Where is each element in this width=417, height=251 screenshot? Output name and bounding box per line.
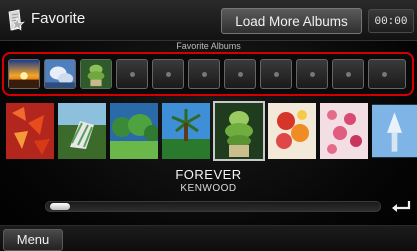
album-art-plant [81,60,111,88]
favorite-slot-1[interactable] [8,59,40,89]
bottom-bar: Menu [0,225,417,251]
return-icon[interactable] [389,198,413,214]
favorite-slot-10[interactable] [332,59,364,89]
favorite-slot-5[interactable] [152,59,184,89]
menu-button[interactable]: Menu [3,229,63,251]
favorite-slot-9[interactable] [296,59,328,89]
album-art-flowers [268,103,316,159]
album-title: FOREVER [175,167,242,182]
favorite-folder-icon [8,9,25,31]
favorite-slot-11[interactable] [368,59,406,89]
album-art-plant [215,103,263,159]
album-art-sky [45,60,75,88]
favorite-slot-2[interactable] [44,59,76,89]
album-cover-8[interactable] [372,103,417,159]
favorite-albums-label: Favorite Albums [176,41,241,51]
album-carousel [0,101,417,163]
album-cover-4[interactable] [162,103,210,159]
album-art-red-leaves [6,103,54,159]
favorite-slot-7[interactable] [224,59,256,89]
album-cover-6[interactable] [268,103,316,159]
album-art-blue-tree [372,104,417,158]
album-art-sunset [9,60,39,88]
favorite-slot-6[interactable] [188,59,220,89]
album-cover-7[interactable] [320,103,368,159]
album-art-pink-blossom [320,103,368,159]
favorite-slot-3[interactable] [80,59,112,89]
favorite-albums-strip [2,52,414,96]
page-title: Favorite [31,10,86,27]
scrollbar-thumb[interactable] [50,203,70,210]
album-cover-1[interactable] [6,103,54,159]
top-bar: Favorite Load More Albums 00:00 [0,0,417,41]
album-art-palm-sky [162,103,210,159]
favorite-slot-8[interactable] [260,59,292,89]
album-artist: KENWOOD [180,183,237,194]
album-cover-2[interactable] [58,103,106,159]
album-cover-5-selected[interactable] [213,101,265,161]
album-scrollbar[interactable] [45,201,381,212]
album-art-deck-chair [58,103,106,159]
album-art-trees [110,103,158,159]
load-more-albums-button[interactable]: Load More Albums [221,8,362,34]
album-cover-3[interactable] [110,103,158,159]
clock: 00:00 [368,9,414,33]
album-browser-screen: Favorite Load More Albums 00:00 Favorite… [0,0,417,251]
favorite-slot-4[interactable] [116,59,148,89]
